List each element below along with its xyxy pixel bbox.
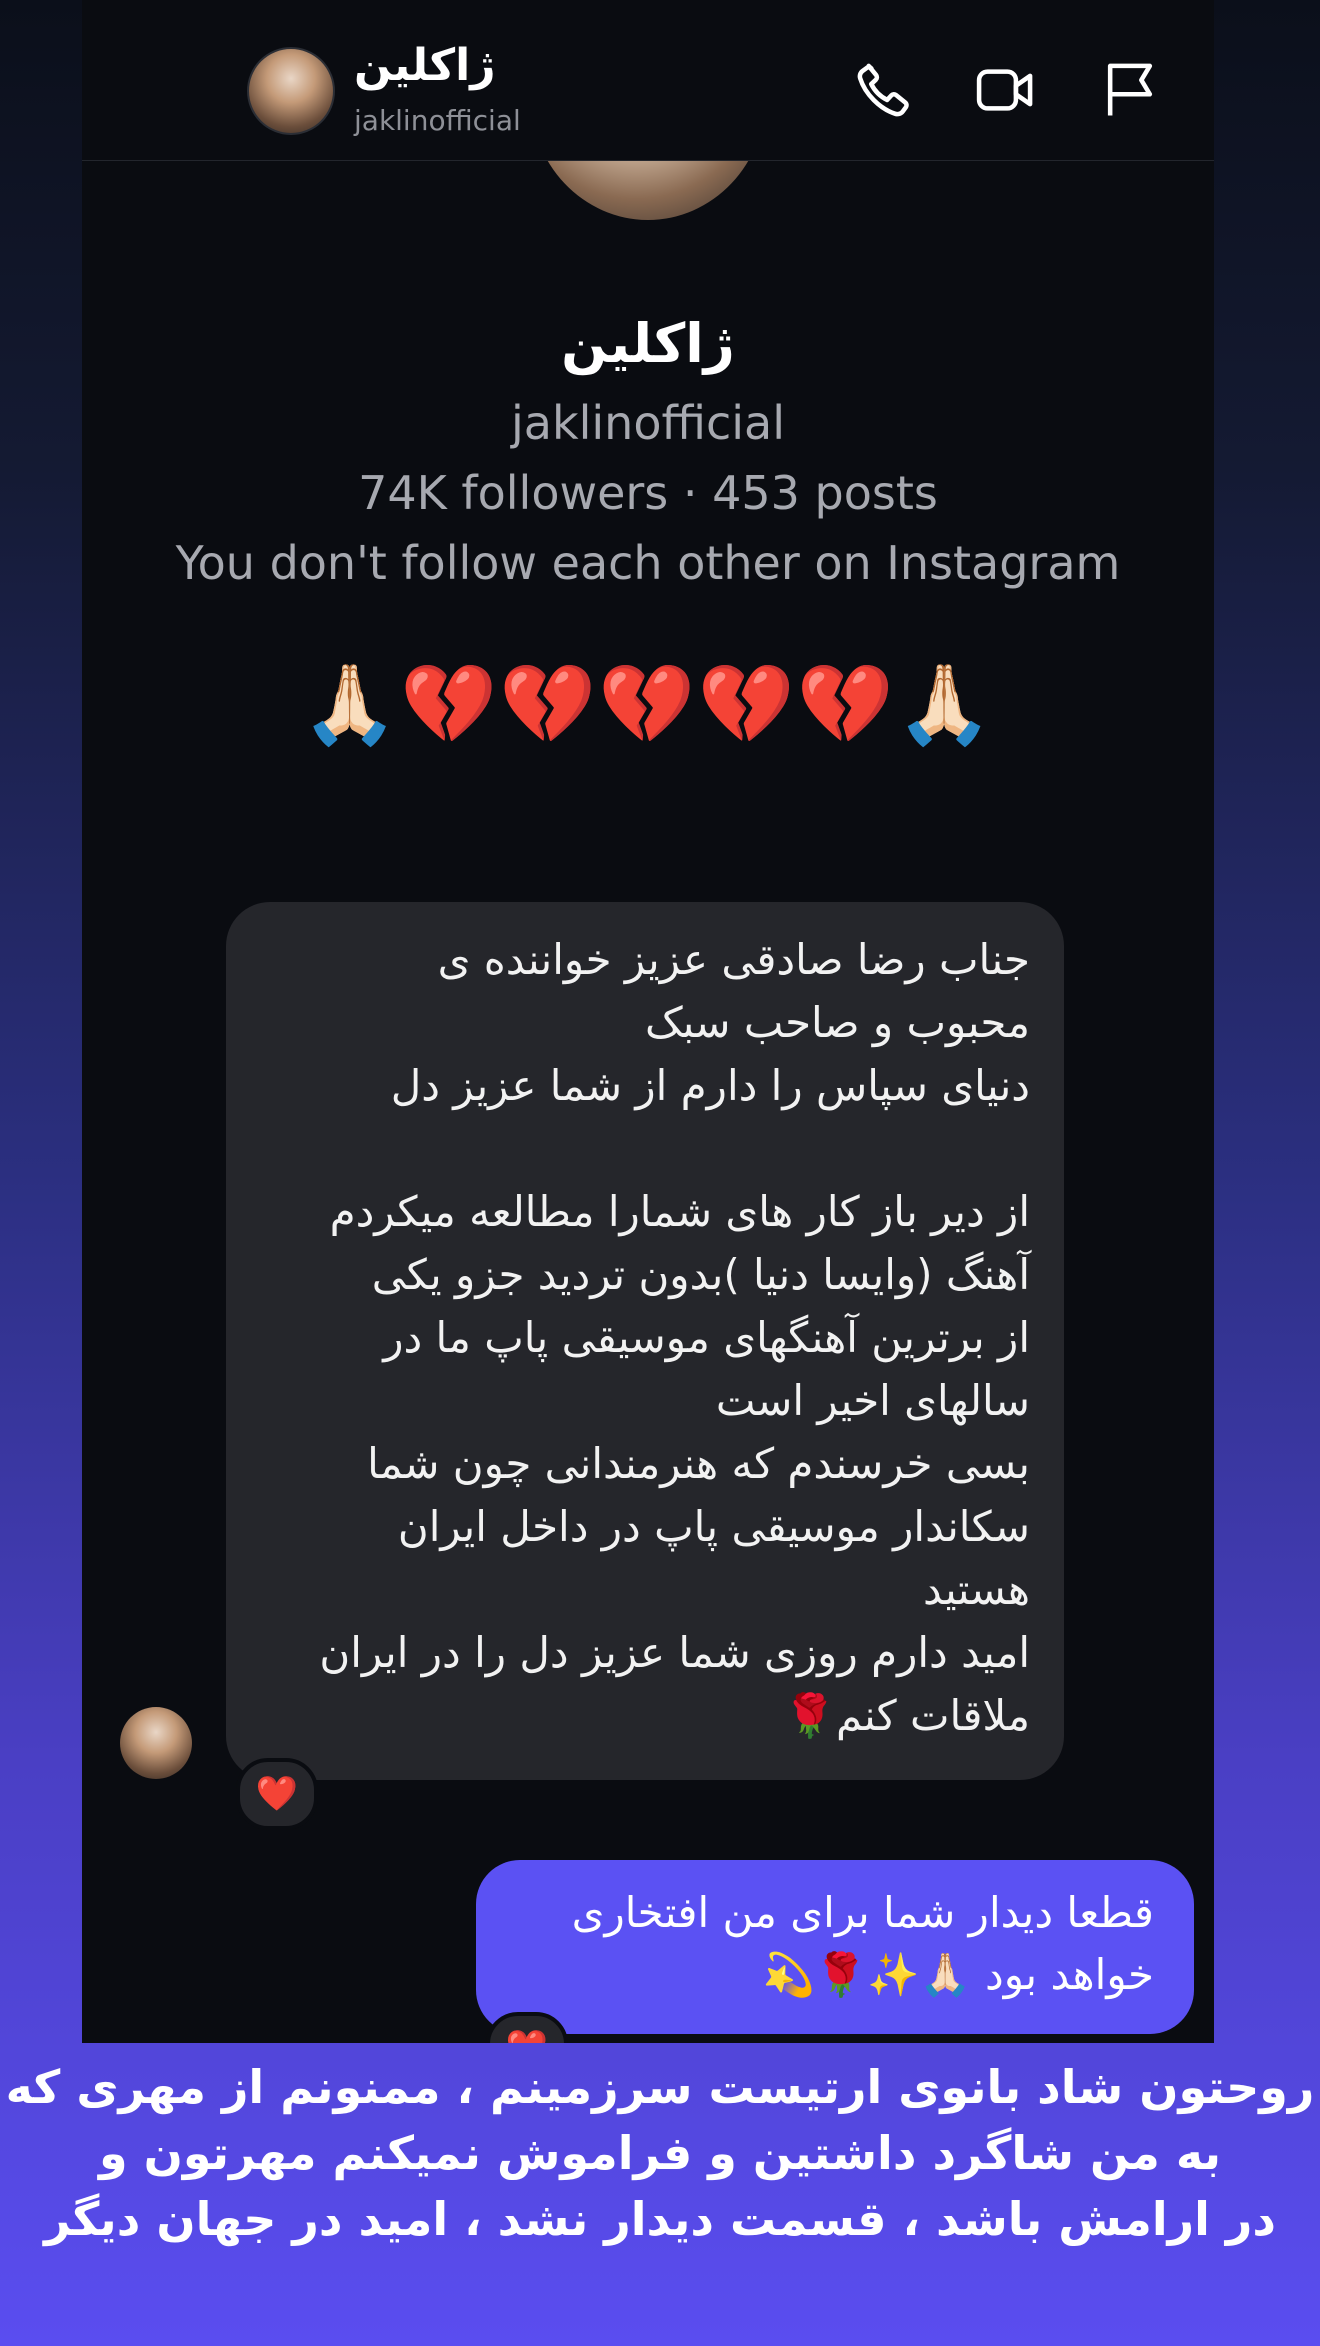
message-line: جناب رضا صادقی عزیز خواننده ی — [437, 935, 1030, 984]
message-line: ملاقات کنم🌹 — [783, 1691, 1030, 1740]
flag-icon[interactable] — [1096, 56, 1164, 124]
message-line: از برترین آهنگهای موسیقی پاپ ما در — [383, 1313, 1030, 1362]
profile-username: jaklinofficial — [511, 396, 785, 450]
message-line: محبوب و صاحب سبک — [645, 998, 1030, 1047]
header-name[interactable]: ژاکلین — [354, 40, 496, 91]
message-line: بسی خرسندم که هنرمندانی چون شما — [367, 1439, 1030, 1488]
message-line: سالهای اخیر است — [715, 1376, 1030, 1425]
profile-name: ژاکلین — [561, 312, 735, 375]
message-line: هستید — [922, 1565, 1030, 1614]
message-line: سکاندار موسیقی پاپ در داخل ایران — [397, 1502, 1030, 1551]
message-line: دنیای سپاس را دارم از شما عزیز دل — [390, 1061, 1030, 1110]
emoji-message[interactable]: 🙏🏻💔💔💔💔💔🙏🏻 — [82, 660, 1214, 751]
caption-text: روحتون شاد بانوی ارتیست سرزمینم ، ممنونم… — [0, 2054, 1320, 2252]
caption-line: به من شاگرد داشتین و فراموش نمیکنم مهرتو… — [98, 2126, 1221, 2180]
heart-reaction[interactable]: ❤️ — [236, 1758, 318, 1830]
video-call-icon[interactable] — [972, 56, 1040, 124]
phone-icon[interactable] — [850, 56, 918, 124]
message-line: قطعا دیدار شما برای من افتخاری — [571, 1888, 1154, 1937]
profile-stats: 74K followers · 453 posts — [358, 466, 938, 520]
message-line: خواهد بود 🙏🏻✨🌹💫 — [762, 1950, 1155, 1999]
outgoing-message-bubble[interactable]: قطعا دیدار شما برای من افتخاری خواهد بود… — [476, 1860, 1194, 2034]
follow-status: You don't follow each other on Instagram — [175, 536, 1121, 590]
message-line: از دیر باز کار های شمارا مطالعه میکردم — [329, 1187, 1030, 1236]
incoming-message-bubble[interactable]: جناب رضا صادقی عزیز خواننده ی محبوب و صا… — [226, 902, 1064, 1780]
caption-line: در ارامش باشد ، قسمت دیدار نشد ، امید در… — [44, 2192, 1276, 2246]
chat-header: ژاکلین jaklinofficial — [82, 0, 1214, 161]
header-avatar[interactable] — [247, 47, 335, 135]
chat-screen: ژاکلین jaklinofficial 74K followers · 45… — [82, 0, 1214, 2043]
caption-line: روحتون شاد بانوی ارتیست سرزمینم ، ممنونم… — [5, 2060, 1315, 2114]
message-line — [260, 1117, 1030, 1180]
message-line: امید دارم روزی شما عزیز دل را در ایران — [319, 1628, 1030, 1677]
header-username[interactable]: jaklinofficial — [354, 104, 521, 137]
sender-avatar[interactable] — [120, 1707, 192, 1779]
message-line: آهنگ (وایسا دنیا )بدون تردید جزو یکی — [371, 1250, 1030, 1299]
